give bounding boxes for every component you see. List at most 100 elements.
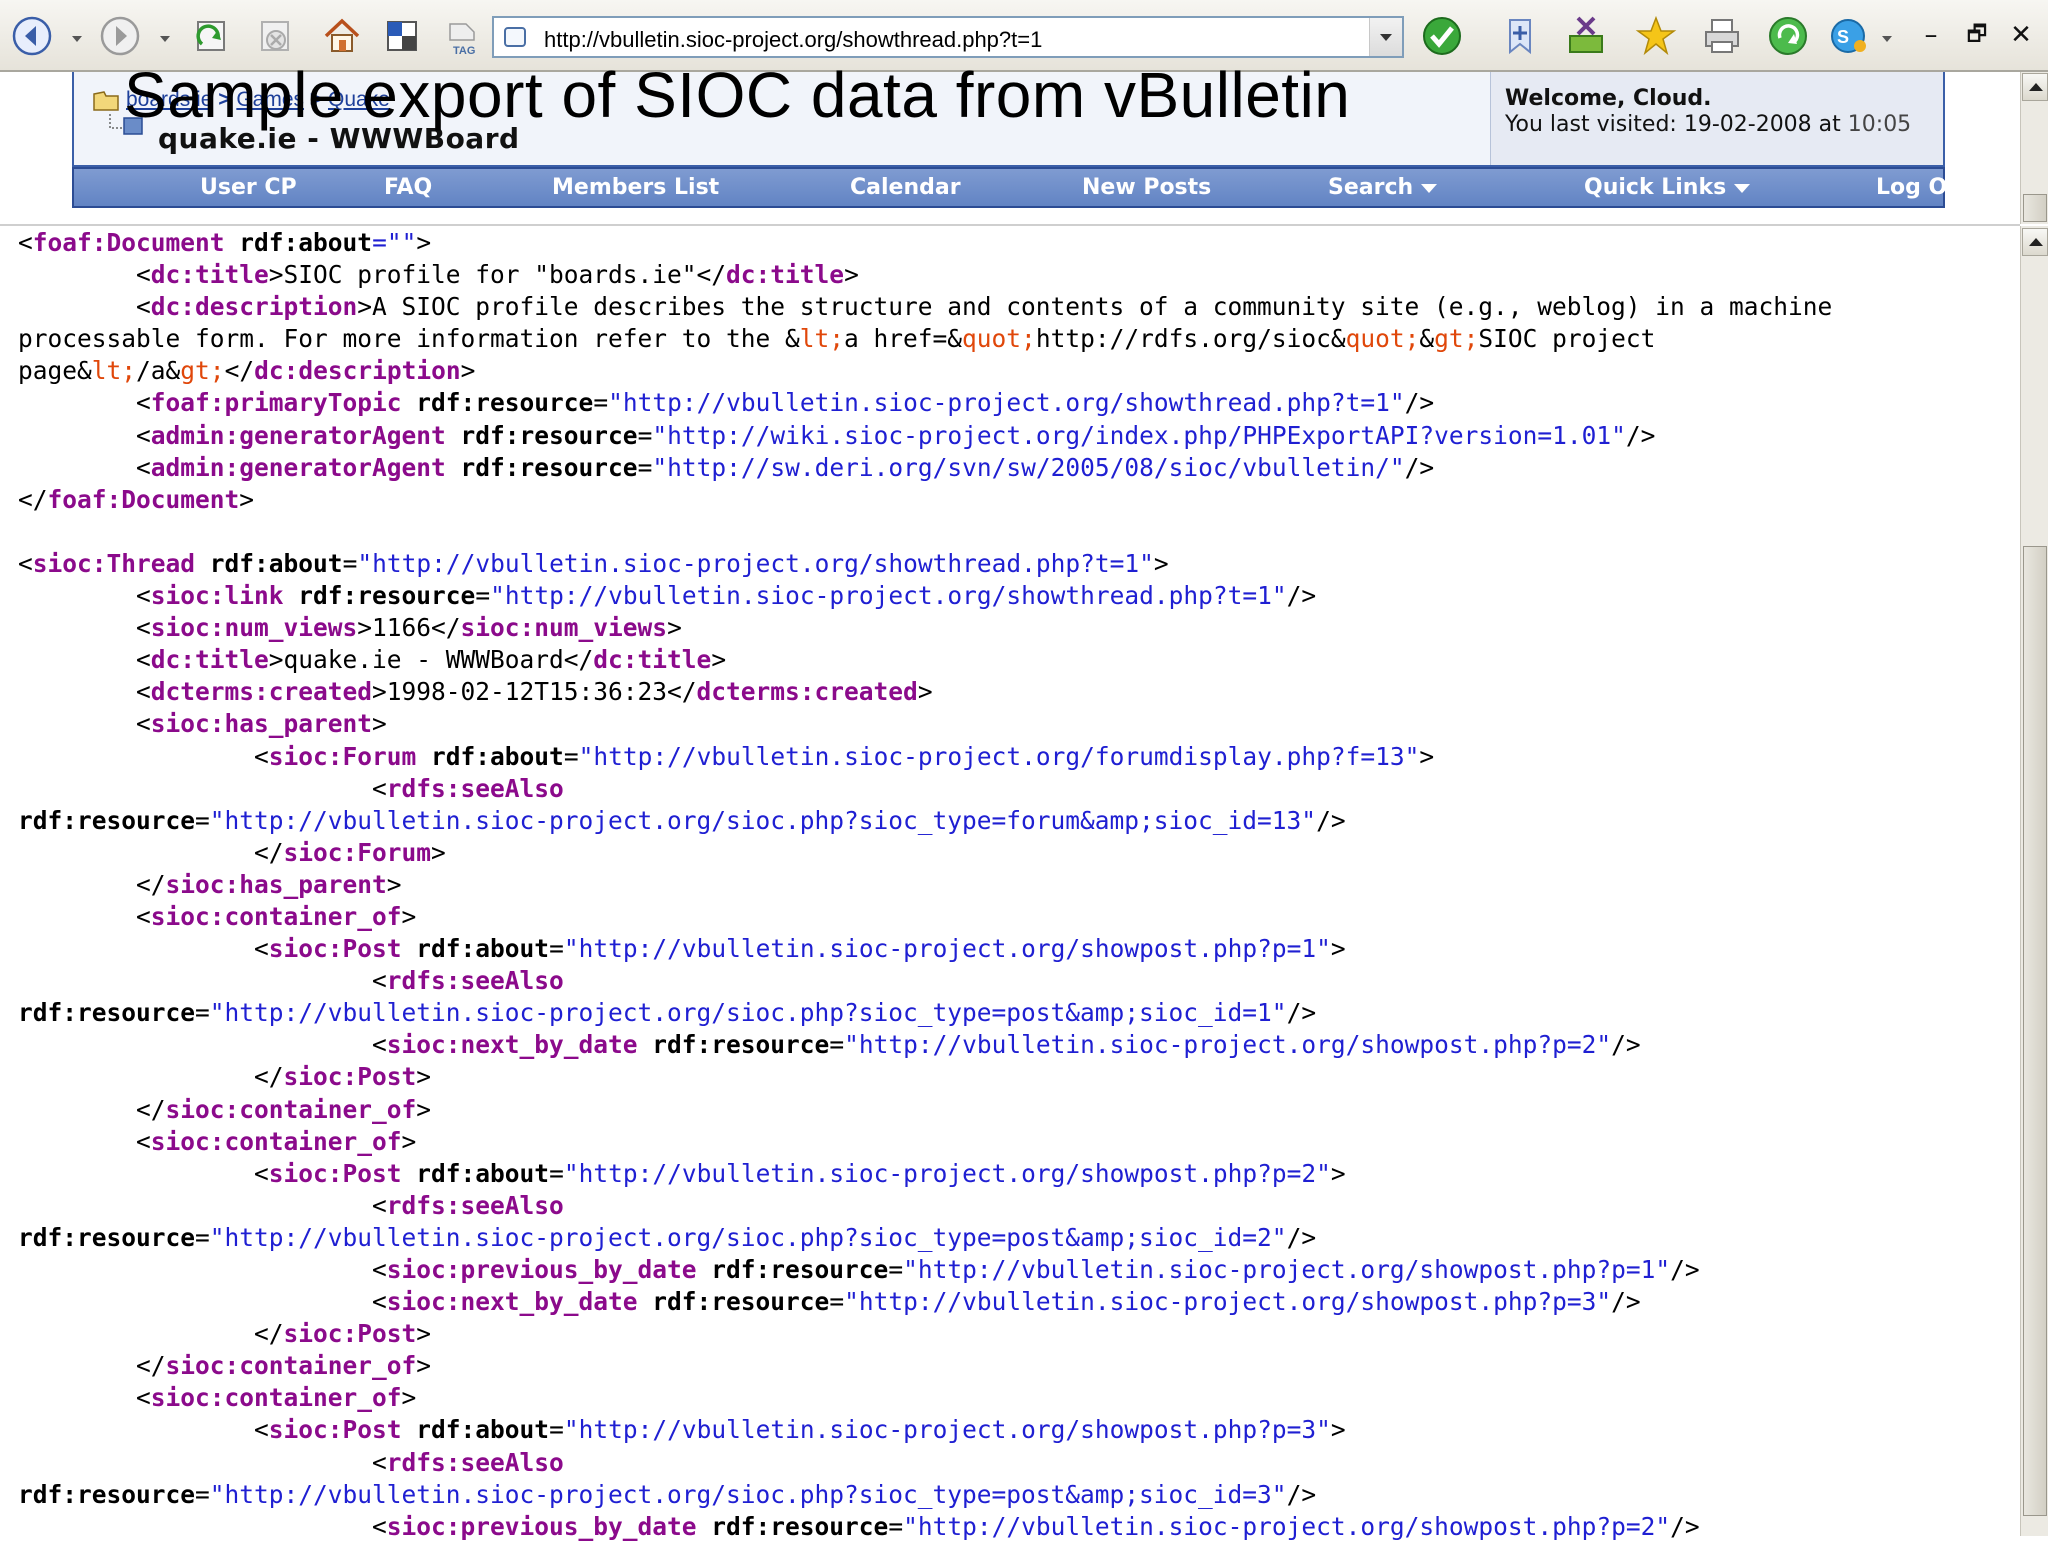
minimize-button[interactable]: – — [1914, 16, 1948, 54]
favorite-star-icon[interactable] — [1634, 14, 1678, 58]
last-visited-time: 10:05 — [1847, 112, 1912, 137]
xml-attribute-value[interactable]: ="" — [372, 228, 416, 257]
xml-attribute-name: rdf:about — [416, 1415, 550, 1445]
xml-text: > — [1330, 1415, 1346, 1445]
xml-line: <sioc:container_of> — [18, 1126, 2008, 1158]
nav-quick-links[interactable]: Quick Links — [1584, 175, 1751, 200]
xml-attribute-value[interactable]: "http://vbulletin.sioc-project.org/sioc.… — [210, 806, 1316, 835]
xml-text: = — [829, 1030, 845, 1060]
xml-text: < — [18, 1383, 151, 1413]
xml-text: processable form. For more information r… — [18, 324, 800, 354]
address-bar[interactable]: http://vbulletin.sioc-project.org/showth… — [492, 16, 1404, 58]
xml-tag-name: dc:title — [593, 645, 712, 675]
nav-log-out[interactable]: Log Out — [1876, 175, 1973, 200]
xml-attribute-value[interactable]: "http://vbulletin.sioc-project.org/sioc.… — [210, 998, 1287, 1027]
xml-attribute-value[interactable]: "http://vbulletin.sioc-project.org/showp… — [564, 1159, 1331, 1188]
xml-text — [284, 581, 299, 610]
restore-button[interactable]: 🗗 — [1960, 16, 1994, 54]
xml-line: rdf:resource="http://vbulletin.sioc-proj… — [18, 1222, 2008, 1254]
nav-user-cp[interactable]: User CP — [200, 175, 297, 200]
xml-tag-name: sioc:Post — [268, 1415, 402, 1445]
scroll-thumb[interactable] — [2023, 194, 2047, 222]
download-icon[interactable] — [1564, 14, 1608, 58]
nav-new-posts[interactable]: New Posts — [1082, 175, 1211, 200]
xml-tag-name: sioc:next_by_date — [386, 1287, 638, 1317]
xml-text: < — [18, 1158, 269, 1188]
refresh-icon[interactable] — [188, 14, 232, 58]
xml-attribute-name: rdf:resource — [460, 420, 638, 450]
xml-text: = — [593, 388, 609, 418]
xml-tag-name: sioc:num_views — [150, 613, 358, 643]
xml-entity: gt; — [180, 356, 225, 386]
header-scrollbar[interactable] — [2020, 72, 2048, 224]
content-scrollbar[interactable] — [2020, 226, 2048, 1536]
nav-faq[interactable]: FAQ — [384, 175, 432, 200]
xml-tag-name: sioc:Forum — [268, 741, 417, 771]
xml-attribute-value[interactable]: "http://vbulletin.sioc-project.org/showt… — [490, 581, 1287, 610]
scroll-up-icon[interactable] — [2022, 73, 2048, 101]
xml-attribute-value[interactable]: "http://vbulletin.sioc-project.org/showp… — [564, 1415, 1331, 1444]
back-icon[interactable] — [10, 14, 54, 58]
nav-label: User CP — [200, 175, 297, 200]
go-check-icon[interactable] — [1420, 14, 1464, 58]
xml-attribute-value[interactable]: "http://vbulletin.sioc-project.org/showp… — [903, 1512, 1670, 1541]
nav-label: Log Out — [1876, 175, 1974, 200]
xml-attribute-value[interactable]: "http://vbulletin.sioc-project.org/sioc.… — [210, 1223, 1287, 1252]
last-visited-date: You last visited: 19-02-2008 at — [1505, 112, 1848, 137]
xml-text: = — [195, 1479, 210, 1509]
nav-members-list[interactable]: Members List — [552, 175, 719, 200]
xml-text: /> — [1286, 1479, 1317, 1509]
tile-icon[interactable] — [380, 14, 424, 58]
xml-tag-name: dc:title — [726, 260, 845, 290]
stop-icon[interactable] — [252, 14, 296, 58]
nav-search[interactable]: Search — [1328, 175, 1438, 200]
svg-text:S: S — [1837, 27, 1849, 47]
xml-attribute-value[interactable]: "http://vbulletin.sioc-project.org/showp… — [903, 1255, 1670, 1284]
xml-attribute-value[interactable]: "http://vbulletin.sioc-project.org/showt… — [357, 549, 1154, 578]
home-icon[interactable] — [320, 14, 364, 58]
forward-icon[interactable] — [98, 14, 142, 58]
xml-attribute-value[interactable]: "http://vbulletin.sioc-project.org/forum… — [579, 742, 1420, 771]
xml-text: </ — [18, 1062, 284, 1092]
xml-attribute-value[interactable]: "http://wiki.sioc-project.org/index.php/… — [652, 421, 1626, 450]
xml-tag-name: admin:generatorAgent — [150, 420, 446, 450]
scroll-up-icon[interactable] — [2022, 228, 2048, 256]
xml-text: < — [18, 1190, 387, 1220]
scroll-thumb[interactable] — [2023, 546, 2047, 1516]
close-button[interactable]: ✕ — [2004, 16, 2038, 54]
xml-text: < — [18, 1447, 387, 1477]
xml-line: <foaf:Document rdf:about=""> — [18, 227, 2008, 259]
xml-attribute-value[interactable]: "http://vbulletin.sioc-project.org/sioc.… — [210, 1480, 1287, 1509]
tag-icon[interactable]: TAG — [440, 14, 484, 58]
xml-attribute-name: rdf:resource — [298, 581, 476, 611]
back-dropdown-icon[interactable] — [72, 36, 82, 42]
xml-text: > — [431, 837, 446, 867]
xml-text — [446, 453, 461, 482]
xml-text: </ — [18, 869, 166, 899]
xml-tag-name: rdfs:seeAlso — [386, 1190, 564, 1220]
xml-tag-name: dc:title — [150, 645, 269, 675]
xml-text: > — [401, 1126, 417, 1156]
xml-line: <sioc:Post rdf:about="http://vbulletin.s… — [18, 933, 2008, 965]
forward-dropdown-icon[interactable] — [160, 36, 170, 42]
xml-attribute-value[interactable]: "http://vbulletin.sioc-project.org/showp… — [844, 1287, 1611, 1316]
xml-text: = — [829, 1287, 845, 1317]
xml-attribute-value[interactable]: "http://vbulletin.sioc-project.org/showp… — [564, 934, 1331, 963]
tools-dropdown-icon[interactable] — [1882, 36, 1892, 42]
xml-attribute-value[interactable]: "http://sw.deri.org/svn/sw/2005/08/sioc/… — [652, 453, 1404, 482]
nav-calendar[interactable]: Calendar — [850, 175, 961, 200]
xml-tag-name: sioc:Post — [268, 1158, 402, 1188]
add-bookmark-icon[interactable] — [1498, 14, 1542, 58]
xml-attribute-value[interactable]: "http://vbulletin.sioc-project.org/showt… — [608, 388, 1405, 417]
address-dropdown-button[interactable] — [1369, 18, 1402, 56]
print-icon[interactable] — [1700, 14, 1744, 58]
xml-text — [638, 1030, 653, 1059]
refresh-green-icon[interactable] — [1766, 14, 1810, 58]
xml-attribute-value[interactable]: "http://vbulletin.sioc-project.org/showp… — [844, 1030, 1611, 1059]
address-url[interactable]: http://vbulletin.sioc-project.org/showth… — [544, 27, 1042, 53]
xml-text: < — [18, 613, 151, 643]
messenger-icon[interactable]: S — [1828, 14, 1872, 58]
xml-tag-name: sioc:has_parent — [150, 709, 373, 739]
xml-tag-name: rdfs:seeAlso — [386, 966, 564, 996]
xml-text: >quake.ie - WWWBoard</ — [268, 645, 594, 675]
